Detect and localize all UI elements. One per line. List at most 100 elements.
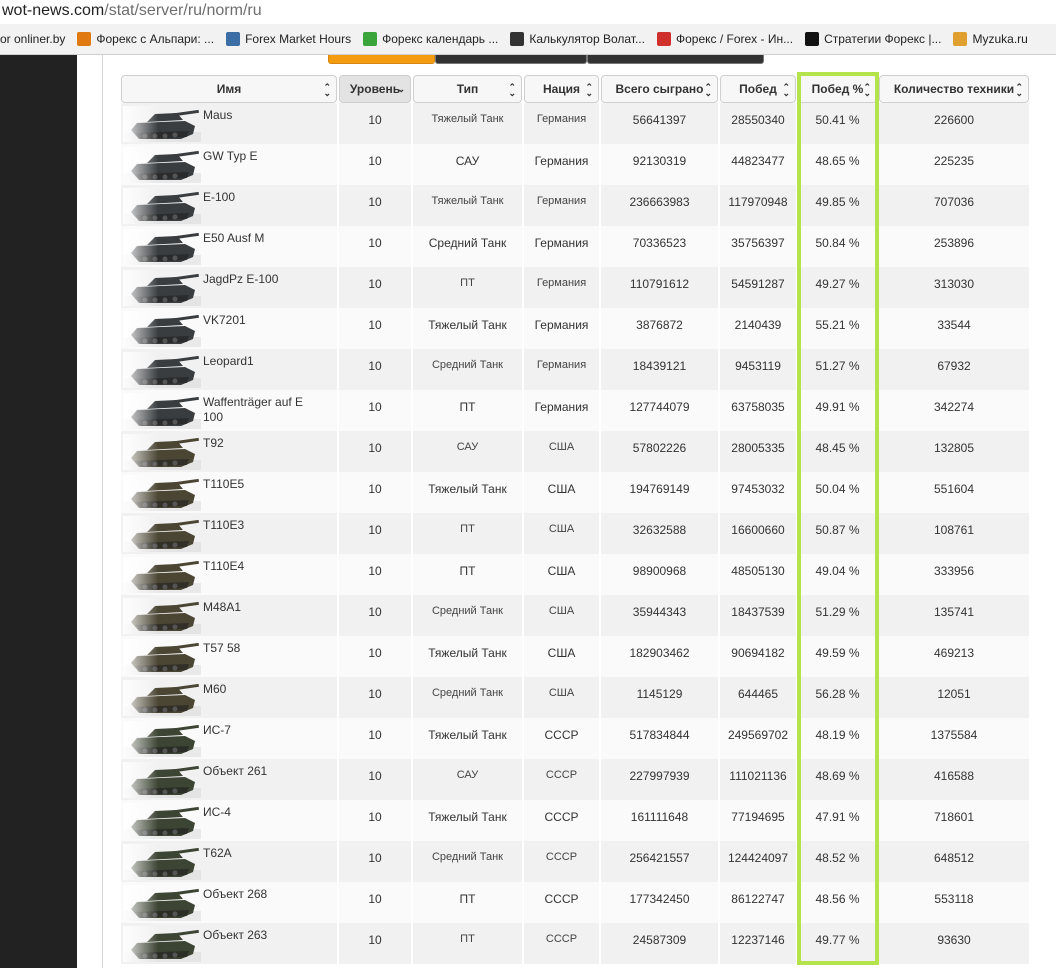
bookmark-item[interactable]: Калькулятор Волат... bbox=[510, 32, 645, 46]
gear-icon bbox=[656, 32, 671, 46]
cell-name: ИС-7 bbox=[121, 718, 337, 759]
cell-total: 177342450 bbox=[601, 882, 718, 923]
tank-thumbnail-icon bbox=[123, 229, 201, 265]
cell-nation: США bbox=[524, 595, 599, 636]
address-bar[interactable]: wot-news.com/stat/server/ru/norm/ru bbox=[0, 0, 1056, 24]
table-row[interactable]: Waffenträger auf E 100 10 ПТ Германия 127744… bbox=[121, 390, 1029, 431]
cell-count: 132805 bbox=[879, 431, 1029, 472]
column-header-nation[interactable]: Нация ⌃ ⌄ bbox=[524, 75, 599, 103]
cell-total: 92130319 bbox=[601, 144, 718, 185]
cell-count: 93630 bbox=[879, 923, 1029, 964]
cell-wins: 111021136 bbox=[720, 759, 796, 800]
sort-icon: ⌃ ⌄ bbox=[585, 82, 593, 98]
table-row[interactable]: JagdPz E-100 10 ПТ Германия 110791612 5459128… bbox=[121, 267, 1029, 308]
cell-wins: 18437539 bbox=[720, 595, 796, 636]
column-header-level[interactable]: Уровень ⌄ bbox=[339, 75, 411, 103]
bookmark-label: Форекс календарь ... bbox=[382, 32, 499, 46]
cell-level: 10 bbox=[339, 472, 411, 513]
bookmarks-bar: or onliner.by Форекс с Альпари: ... Forex … bbox=[0, 24, 1056, 55]
cell-wins: 644465 bbox=[720, 677, 796, 718]
tank-thumbnail-icon bbox=[123, 434, 201, 470]
tank-name: Leopard1 bbox=[203, 354, 254, 368]
cell-type: Тяжелый Танк bbox=[413, 103, 522, 144]
cell-total: 70336523 bbox=[601, 226, 718, 267]
tab-strip bbox=[328, 55, 764, 65]
bookmark-item[interactable]: Форекс календарь ... bbox=[363, 32, 498, 46]
globe-icon bbox=[226, 32, 241, 46]
sort-icon: ⌃ ⌄ bbox=[863, 82, 871, 98]
cell-type: Средний Танк bbox=[413, 595, 522, 636]
tank-thumbnail-icon bbox=[123, 885, 201, 921]
tank-name: Объект 268 bbox=[203, 887, 268, 901]
bookmark-item[interactable]: Форекс с Альпари: ... bbox=[77, 32, 214, 46]
cell-level: 10 bbox=[339, 431, 411, 472]
table-row[interactable]: T92 10 САУ США 57802226 28005335 48.45 % 132805 bbox=[121, 431, 1029, 472]
table-row[interactable]: M60 10 Средний Танк США 1145129 644465 56.28 %… bbox=[121, 677, 1029, 718]
cell-type: Тяжелый Танк bbox=[413, 718, 522, 759]
cell-count: 342274 bbox=[879, 390, 1029, 431]
cell-total: 127744079 bbox=[601, 390, 718, 431]
table-row[interactable]: Объект 263 10 ПТ СССР 24587309 12237146 49.77 … bbox=[121, 923, 1029, 964]
cell-winrate: 49.85 % bbox=[798, 185, 877, 226]
cell-winrate: 51.27 % bbox=[798, 349, 877, 390]
cell-winrate: 55.21 % bbox=[798, 308, 877, 349]
cell-total: 35944343 bbox=[601, 595, 718, 636]
cell-wins: 117970948 bbox=[720, 185, 796, 226]
column-header-winrate[interactable]: Побед % ⌃ ⌄ bbox=[798, 75, 877, 103]
cell-count: 108761 bbox=[879, 513, 1029, 554]
bookmark-item[interactable]: Myzuka.ru bbox=[953, 32, 1028, 46]
table-row[interactable]: M48A1 10 Средний Танк США 35944343 18437539 51… bbox=[121, 595, 1029, 636]
tab[interactable] bbox=[587, 55, 764, 64]
table-row[interactable]: T62A 10 Средний Танк СССР 256421557 124424097… bbox=[121, 841, 1029, 882]
cell-level: 10 bbox=[339, 841, 411, 882]
table-row[interactable]: E50 Ausf M 10 Средний Танк Германия 70336523… bbox=[121, 226, 1029, 267]
table-row[interactable]: GW Typ E 10 САУ Германия 92130319 44823477 48.… bbox=[121, 144, 1029, 185]
column-header-count[interactable]: Количество техники ⌃ ⌄ bbox=[879, 75, 1029, 103]
table-row[interactable]: Объект 261 10 САУ СССР 227997939 111021136 48.… bbox=[121, 759, 1029, 800]
column-header-total[interactable]: Всего сыграно ⌃ ⌄ bbox=[601, 75, 718, 103]
tab-active[interactable] bbox=[328, 55, 435, 64]
bookmark-item[interactable]: or onliner.by bbox=[0, 32, 65, 46]
cell-total: 161111648 bbox=[601, 800, 718, 841]
cell-name: T57 58 bbox=[121, 636, 337, 677]
cell-count: 1375584 bbox=[879, 718, 1029, 759]
table-row[interactable]: T110E5 10 Тяжелый Танк США 194769149 97453032… bbox=[121, 472, 1029, 513]
table-row[interactable]: T110E4 10 ПТ США 98900968 48505130 49.04 % 3339… bbox=[121, 554, 1029, 595]
bookmark-item[interactable]: Стратегии Форекс |... bbox=[805, 32, 941, 46]
table-row[interactable]: Maus 10 Тяжелый Танк Германия 56641397 285503… bbox=[121, 103, 1029, 144]
cell-winrate: 47.91 % bbox=[798, 800, 877, 841]
tank-thumbnail-icon bbox=[123, 475, 201, 511]
tab[interactable] bbox=[435, 55, 587, 64]
cell-winrate: 48.52 % bbox=[798, 841, 877, 882]
cell-nation: СССР bbox=[524, 882, 599, 923]
table-row[interactable]: T57 58 10 Тяжелый Танк США 182903462 90694182… bbox=[121, 636, 1029, 677]
cell-wins: 28550340 bbox=[720, 103, 796, 144]
table-row[interactable]: VK7201 10 Тяжелый Танк Германия 3876872 21404… bbox=[121, 308, 1029, 349]
tank-thumbnail-icon bbox=[123, 516, 201, 552]
table-row[interactable]: Leopard1 10 Средний Танк Германия 18439121 94… bbox=[121, 349, 1029, 390]
tank-thumbnail-icon bbox=[123, 311, 201, 347]
column-header-wins[interactable]: Побед ⌃ ⌄ bbox=[720, 75, 796, 103]
table-row[interactable]: Объект 268 10 ПТ СССР 177342450 86122747 48.56… bbox=[121, 882, 1029, 923]
cell-count: 226600 bbox=[879, 103, 1029, 144]
table-row[interactable]: ИС-7 10 Тяжелый Танк СССР 517834844 249569702… bbox=[121, 718, 1029, 759]
table-row[interactable]: E-100 10 Тяжелый Танк Германия 236663983 1179… bbox=[121, 185, 1029, 226]
url-text[interactable]: wot-news.com/stat/server/ru/norm/ru bbox=[2, 2, 262, 20]
cell-level: 10 bbox=[339, 226, 411, 267]
table-row[interactable]: T110E3 10 ПТ США 32632588 16600660 50.87 % 1087… bbox=[121, 513, 1029, 554]
sort-icon: ⌃ ⌄ bbox=[704, 82, 712, 98]
cell-name: JagdPz E-100 bbox=[121, 267, 337, 308]
cell-nation: США bbox=[524, 554, 599, 595]
bookmark-item[interactable]: Forex Market Hours bbox=[226, 32, 351, 46]
music-icon bbox=[953, 32, 968, 46]
bookmark-item[interactable]: Форекс / Forex - Ин... bbox=[656, 32, 793, 46]
tank-thumbnail-icon bbox=[123, 557, 201, 593]
column-header-label: Побед % bbox=[811, 82, 864, 96]
column-header-type[interactable]: Тип ⌃ ⌄ bbox=[413, 75, 522, 103]
tank-thumbnail-icon bbox=[123, 393, 201, 429]
cell-type: ПТ bbox=[413, 267, 522, 308]
column-header-name[interactable]: Имя ⌃ ⌄ bbox=[121, 75, 337, 103]
cell-level: 10 bbox=[339, 554, 411, 595]
cell-total: 256421557 bbox=[601, 841, 718, 882]
table-row[interactable]: ИС-4 10 Тяжелый Танк СССР 161111648 77194695 4… bbox=[121, 800, 1029, 841]
